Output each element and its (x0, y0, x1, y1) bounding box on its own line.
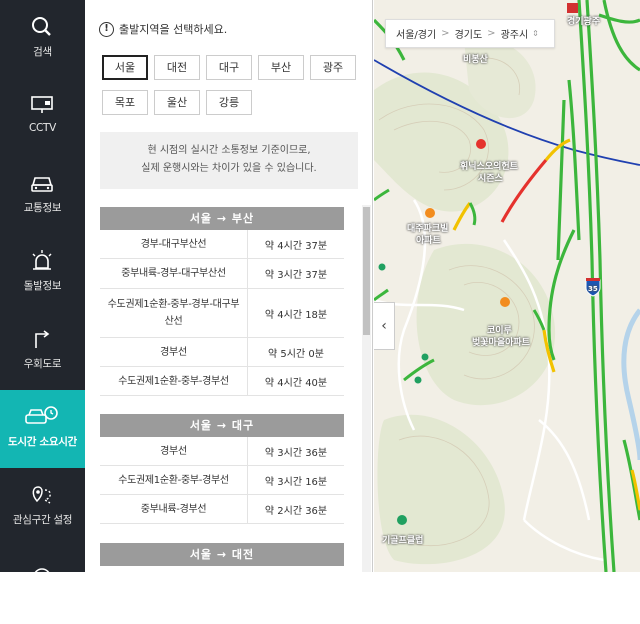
nav-label-cctv: CCTV (28, 122, 57, 134)
nav-label-search: 검색 (33, 46, 52, 58)
table-row: 수도권제1순환-중부-경부선 약 3시간 16분 (100, 466, 344, 495)
detour-icon (35, 330, 50, 348)
nav-item-favorite-section[interactable]: 관심구간 설정 (0, 468, 85, 546)
cctv-icon (31, 96, 53, 113)
map-label-place: 기골프클럽 (382, 536, 424, 546)
disclaimer-box: 현 시점의 실시간 소통정보 기준이므로, 실제 운행시와는 차이가 있을 수 … (100, 132, 358, 189)
disclaimer-line-2: 실제 운행시와는 차이가 있을 수 있습니다. (141, 163, 317, 174)
table-row: 수도권제1순환-중부-경부선 약 4시간 40분 (100, 367, 344, 396)
table-row: 수도권제1순환-중부-경부-대구부산선 약 4시간 18분 (100, 289, 344, 338)
route-title: 서울 → 대구 (100, 414, 344, 437)
car-icon (31, 177, 53, 192)
city-button-daegu[interactable]: 대구 (206, 55, 252, 80)
route-name: 중부내륙-경부-대구부산선 (121, 268, 226, 279)
map-label-highway: 경기광주 (567, 17, 601, 27)
route-title: 서울 → 대전 (100, 543, 344, 566)
traffic-map[interactable]: 비봉산 휘닉스오의헌트 시즌스 대주파크빌 아파트 코이루 벚꽃마을아파트 기골… (374, 0, 640, 572)
map-label-apartment-2b: 아파트 (416, 236, 441, 246)
nav-item-traffic[interactable]: 교통정보 (0, 156, 85, 234)
nav-item-cctv[interactable]: CCTV (0, 78, 85, 156)
route-pin-icon (32, 486, 51, 504)
collapse-panel-button[interactable]: ‹ (374, 302, 395, 350)
route-time: 약 5시간 0분 (247, 338, 344, 366)
map-label-apartment-3a: 코이루 (487, 326, 512, 336)
map-canvas (374, 0, 640, 572)
city-button-busan[interactable]: 부산 (258, 55, 304, 80)
route-name: 경부-대구부산선 (140, 238, 207, 250)
highway-shield-icon: 35 (588, 285, 598, 293)
map-label-apartment-2a: 대주파크빌 (407, 224, 449, 234)
left-nav: 검색 CCTV 교통정보 돌발정보 우회도로 도시간 소요시간 관심구간 설정 (0, 0, 85, 586)
car-clock-icon (25, 406, 58, 424)
info-icon: ! (99, 21, 114, 37)
route-name: 수도권제1순환-중부-경부-대구부산선 (107, 299, 240, 327)
city-button-ulsan[interactable]: 울산 (154, 90, 200, 115)
panel-scrollbar[interactable] (362, 205, 371, 572)
notice-text: 출발지역을 선택하세요. (119, 23, 228, 36)
route-time: 약 4시간 18분 (247, 289, 344, 337)
map-label-mountain: 비봉산 (463, 55, 488, 65)
breadcrumb-chevron-icon: > (487, 28, 496, 39)
route-table-seoul-daegu: 서울 → 대구 경부선 약 3시간 36분 수도권제1순환-중부-경부선 약 3… (100, 414, 344, 524)
city-button-seoul[interactable]: 서울 (102, 55, 148, 80)
search-icon (32, 17, 51, 36)
route-time: 약 3시간 37분 (247, 259, 344, 288)
chevron-left-icon: ‹ (381, 318, 387, 334)
route-time: 약 3시간 36분 (247, 437, 344, 465)
map-label-apartment-3b: 벚꽃마을아파트 (472, 338, 530, 348)
table-row: 경부선 약 5시간 0분 (100, 338, 344, 367)
nav-item-search[interactable]: 검색 (0, 0, 85, 78)
scrollbar-thumb[interactable] (363, 207, 370, 335)
dropdown-icon[interactable]: ⇕ (532, 29, 539, 38)
city-button-daejeon[interactable]: 대전 (154, 55, 200, 80)
breadcrumb-item-province[interactable]: 경기도 (455, 26, 483, 41)
route-table-seoul-daejeon: 서울 → 대전 (100, 543, 344, 566)
route-time: 약 3시간 16분 (247, 466, 344, 494)
nav-item-detour[interactable]: 우회도로 (0, 312, 85, 390)
breadcrumb-chevron-icon: > (441, 28, 450, 39)
breadcrumb-item-city[interactable]: 광주시 (501, 26, 529, 41)
route-time: 약 2시간 36분 (247, 495, 344, 523)
breadcrumb-item-region[interactable]: 서울/경기 (396, 26, 436, 41)
table-row: 중부내륙-경부-대구부산선 약 3시간 37분 (100, 259, 344, 289)
route-name: 경부선 (160, 445, 187, 457)
route-name: 경부선 (160, 346, 187, 358)
table-row: 경부-대구부산선 약 4시간 37분 (100, 230, 344, 259)
nav-label-detour: 우회도로 (23, 358, 62, 370)
route-time: 약 4시간 40분 (247, 367, 344, 395)
intercity-time-panel: ! 출발지역을 선택하세요. 서울 대전 대구 부산 광주 목포 울산 강릉 현… (85, 0, 373, 572)
nav-item-incident[interactable]: 돌발정보 (0, 234, 85, 312)
siren-icon (32, 250, 52, 270)
city-button-gangneung[interactable]: 강릉 (206, 90, 252, 115)
map-label-apartment-1a: 휘닉스오의헌트 (460, 162, 518, 172)
route-name: 수도권제1순환-중부-경부선 (118, 375, 229, 387)
route-name: 수도권제1순환-중부-경부선 (118, 474, 229, 486)
region-breadcrumb[interactable]: 서울/경기 > 경기도 > 광주시 ⇕ (385, 19, 555, 48)
city-button-gwangju[interactable]: 광주 (310, 55, 356, 80)
table-row: 중부내륙-경부선 약 2시간 36분 (100, 495, 344, 524)
notice: ! 출발지역을 선택하세요. (99, 20, 227, 38)
nav-item-more[interactable] (0, 546, 85, 624)
nav-item-intercity-time[interactable]: 도시간 소요시간 (0, 390, 85, 468)
city-button-mokpo[interactable]: 목포 (102, 90, 148, 115)
route-name: 중부내륙-경부선 (140, 503, 207, 515)
route-table-seoul-busan: 서울 → 부산 경부-대구부산선 약 4시간 37분 중부내륙-경부-대구부산선… (100, 207, 344, 396)
disclaimer-line-1: 현 시점의 실시간 소통정보 기준이므로, (147, 145, 311, 156)
map-label-apartment-1b: 시즌스 (478, 174, 503, 184)
nav-label-incident: 돌발정보 (23, 280, 62, 292)
route-title: 서울 → 부산 (100, 207, 344, 230)
nav-label-traffic: 교통정보 (23, 202, 62, 214)
route-time: 약 4시간 37분 (247, 230, 344, 258)
nav-label-intercity-time: 도시간 소요시간 (8, 436, 77, 448)
more-icon (33, 568, 51, 586)
table-row: 경부선 약 3시간 36분 (100, 437, 344, 466)
nav-label-favorite-section: 관심구간 설정 (12, 514, 73, 526)
